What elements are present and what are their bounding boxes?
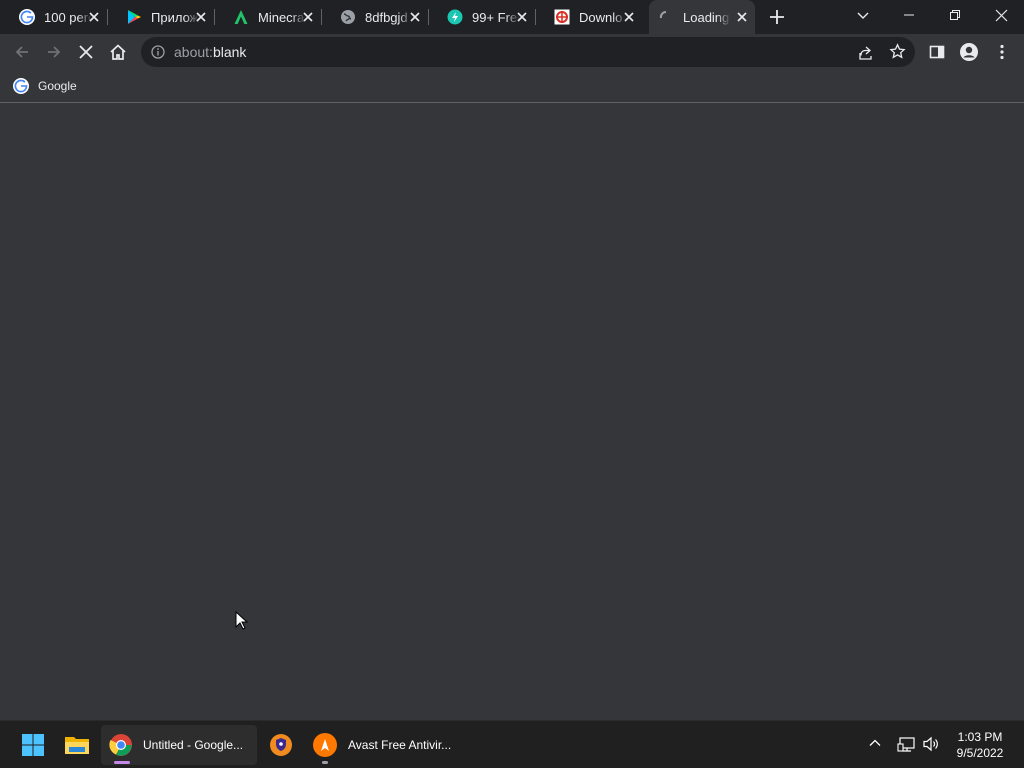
new-tab-button[interactable] <box>767 7 787 27</box>
tab-title: Loading <box>683 9 730 25</box>
start-button[interactable] <box>14 725 52 765</box>
tab-download[interactable]: Downlo <box>535 0 642 34</box>
taskbar-vpn[interactable] <box>262 725 300 765</box>
chevron-down-icon <box>857 12 869 19</box>
url-scheme: about: <box>174 44 213 60</box>
taskbar-item-label: Avast Free Antivir... <box>348 738 452 752</box>
back-arrow-icon <box>15 46 28 58</box>
folder-icon <box>65 737 89 754</box>
back-button[interactable] <box>12 42 32 62</box>
avast-icon <box>313 733 337 757</box>
chrome-icon <box>109 734 132 756</box>
taskbar-chrome[interactable]: Untitled - Google... <box>101 725 257 765</box>
forward-button[interactable] <box>44 42 64 62</box>
running-indicator <box>322 761 328 764</box>
page-content[interactable] <box>0 103 1024 720</box>
tab-minecraft[interactable]: Minecra <box>214 0 322 34</box>
stop-button[interactable] <box>76 42 96 62</box>
tab-99-free[interactable]: 99+ Free <box>428 0 536 34</box>
minimize-button[interactable] <box>886 0 932 30</box>
taskbar-item-label: Untitled - Google... <box>143 738 244 752</box>
shield-icon <box>270 734 292 756</box>
clock-date: 9/5/2022 <box>956 746 1004 760</box>
tab-title: 8dfbgjd <box>365 9 408 25</box>
google-play-icon <box>128 10 141 24</box>
network-icon <box>897 737 915 752</box>
aptoide-icon <box>234 10 248 24</box>
profile-button[interactable] <box>959 42 979 62</box>
close-icon[interactable] <box>195 11 207 23</box>
restore-icon <box>950 10 960 20</box>
more-vert-icon <box>1000 44 1004 60</box>
loading-spinner-icon <box>659 11 667 19</box>
tab-strip: 100 perc Прилож Minecra 8dfbgjd 99+ Free… <box>0 0 1024 34</box>
forward-arrow-icon <box>48 46 61 58</box>
close-icon[interactable] <box>516 11 528 23</box>
url-host: blank <box>212 44 247 60</box>
tab-title: Minecra <box>258 9 305 25</box>
side-panel-button[interactable] <box>927 42 947 62</box>
tab-search-button[interactable] <box>840 0 886 30</box>
tab-title: Прилож <box>151 9 199 25</box>
close-icon[interactable] <box>409 11 421 23</box>
tray-overflow-button[interactable] <box>868 736 882 755</box>
mouse-cursor-icon <box>235 611 249 630</box>
clock-time: 1:03 PM <box>957 730 1003 744</box>
star-icon[interactable] <box>889 43 906 60</box>
restore-button[interactable] <box>932 0 978 30</box>
home-icon <box>110 44 126 60</box>
taskbar-avast[interactable]: Avast Free Antivir... <box>306 725 462 765</box>
clock[interactable]: 1:03 PM 9/5/2022 <box>940 729 1020 761</box>
globe-icon <box>341 10 355 24</box>
tab-100-percent[interactable]: 100 perc <box>0 0 108 34</box>
minimize-icon <box>904 14 914 16</box>
url-text[interactable]: about:blank <box>174 44 246 60</box>
tab-8dfbgjd[interactable]: 8dfbgjd <box>321 0 429 34</box>
volume-icon <box>923 736 938 752</box>
stop-icon <box>79 45 93 59</box>
close-window-button[interactable] <box>978 0 1024 30</box>
active-indicator <box>114 761 130 764</box>
home-button[interactable] <box>108 42 128 62</box>
google-icon <box>19 9 35 25</box>
browser-window: 100 perc Прилож Minecra 8dfbgjd 99+ Free… <box>0 0 1024 720</box>
close-icon[interactable] <box>88 11 100 23</box>
tab-title: 99+ Free <box>472 9 520 25</box>
volume-button[interactable] <box>922 735 941 758</box>
download-site-icon <box>554 9 570 25</box>
info-icon[interactable] <box>151 45 165 59</box>
tab-loading[interactable]: Loading <box>649 0 755 34</box>
google-icon <box>13 78 29 94</box>
share-icon[interactable] <box>857 44 874 61</box>
browser-toolbar: about:blank <box>0 34 1024 70</box>
avatar-icon <box>960 43 978 61</box>
close-icon <box>995 9 1007 21</box>
close-icon[interactable] <box>736 11 748 23</box>
tab-play-store[interactable]: Прилож <box>107 0 215 34</box>
chevron-up-icon <box>869 739 881 746</box>
close-icon[interactable] <box>302 11 314 23</box>
address-bar[interactable]: about:blank <box>141 37 915 67</box>
windows-logo-icon <box>22 734 44 756</box>
taskbar: Untitled - Google... Avast Free Antivir.… <box>0 720 1024 768</box>
bookmark-label: Google <box>38 79 77 93</box>
bookmark-google[interactable]: Google <box>13 76 77 96</box>
free-icon <box>447 9 463 25</box>
tab-title: Downlo <box>579 9 623 25</box>
menu-button[interactable] <box>992 42 1012 62</box>
network-button[interactable] <box>897 735 915 758</box>
close-icon[interactable] <box>623 11 635 23</box>
side-panel-icon <box>929 45 945 59</box>
tab-title: 100 perc <box>44 9 92 25</box>
file-explorer-button[interactable] <box>58 725 96 765</box>
bookmarks-bar: Google <box>0 70 1024 103</box>
